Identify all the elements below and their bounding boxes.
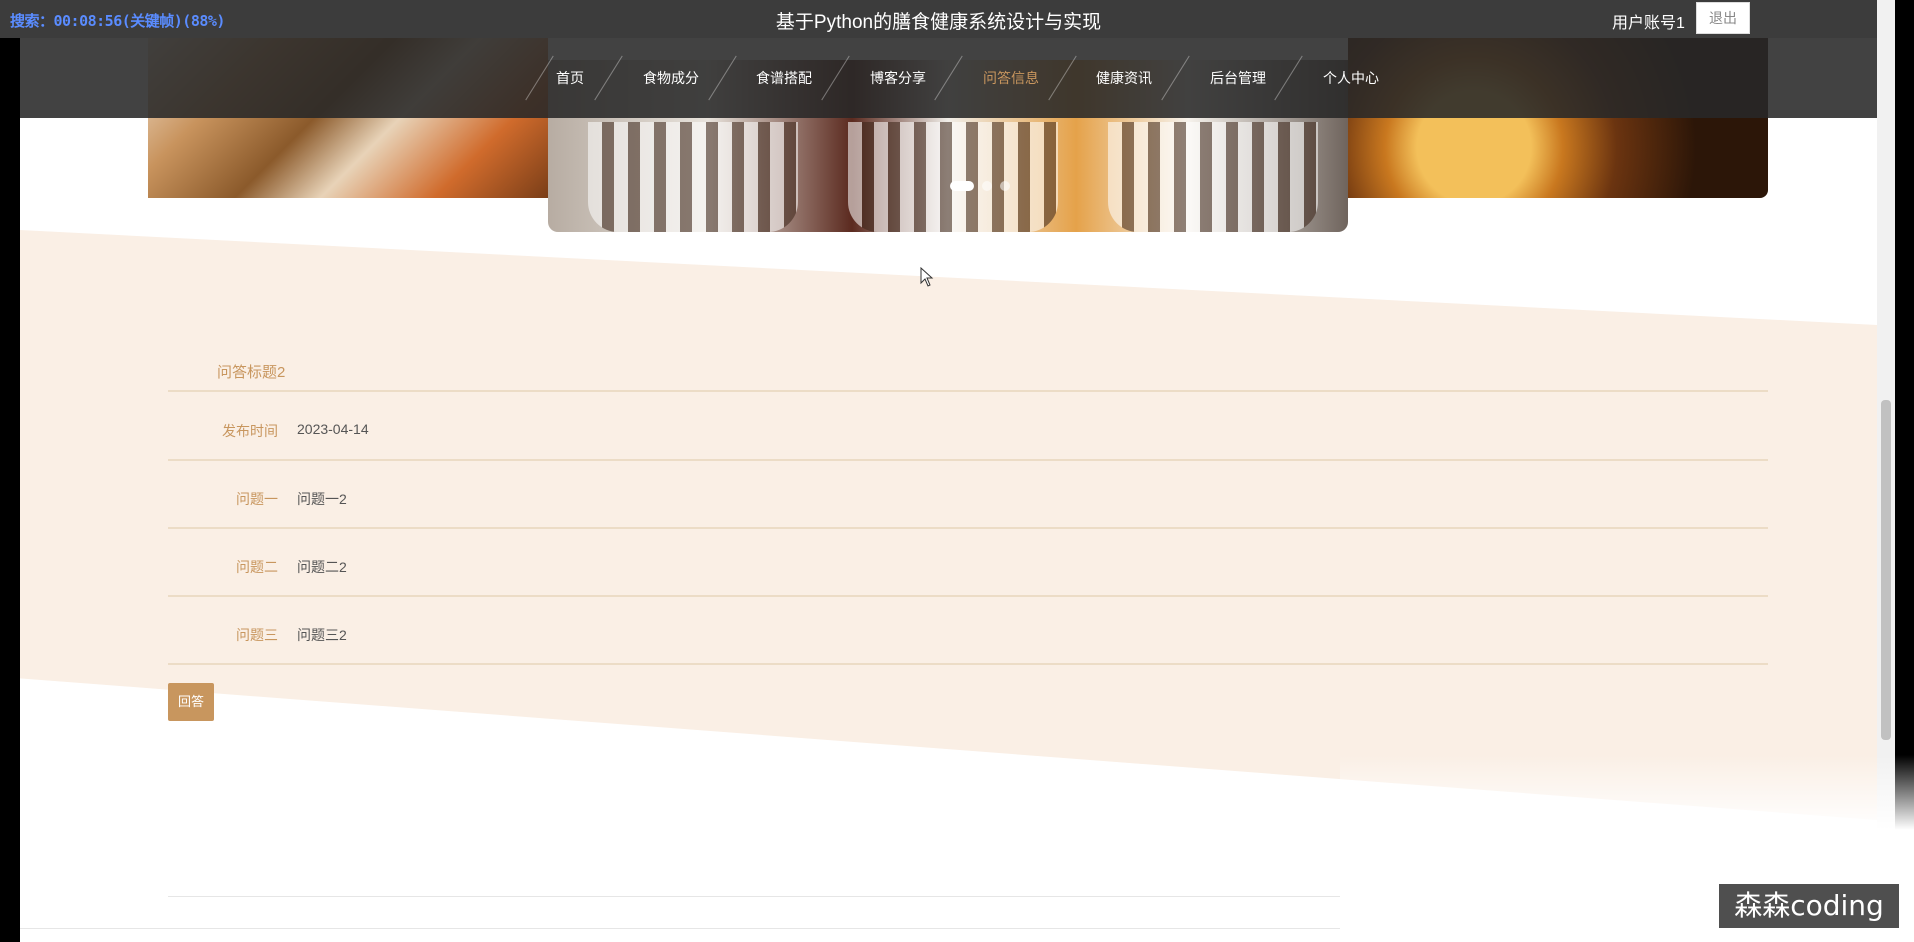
row-label-publish-time: 发布时间 [222,423,278,439]
nav-separator [708,55,737,101]
divider [168,390,1768,392]
content-background-band [20,230,1877,820]
answer-button[interactable]: 回答 [168,683,214,721]
carousel-dots [950,181,1010,191]
nav-item-blog[interactable]: 博客分享 [870,38,926,118]
nav-item-food-composition[interactable]: 食物成分 [643,38,699,118]
cup-shape [848,122,1058,232]
nav-separator [525,55,554,101]
nav-separator [1048,55,1077,101]
divider [168,527,1768,529]
row-value-question-3: 问题三2 [297,627,347,643]
cup-shape [1108,122,1318,232]
nav-separator [1274,55,1303,101]
scrollbar-thumb[interactable] [1881,400,1891,740]
carousel-dot-3[interactable] [1000,181,1010,191]
divider [168,459,1768,461]
nav-separator [1161,55,1190,101]
divider [168,663,1768,665]
nav-item-admin[interactable]: 后台管理 [1210,38,1266,118]
nav-item-profile[interactable]: 个人中心 [1323,38,1379,118]
nav-item-qa[interactable]: 问答信息 [983,38,1039,118]
top-bar: 搜索：00:08:56(关键帧)(88%) 基于Python的膳食健康系统设计与… [0,0,1877,38]
main-nav: 首页 食物成分 食谱搭配 博客分享 问答信息 健康资讯 后台管理 个人中心 [20,38,1877,118]
carousel-dot-2[interactable] [982,181,992,191]
nav-separator [594,55,623,101]
detail-title: 问答标题2 [217,364,286,381]
row-value-question-1: 问题一2 [297,491,347,507]
site-title: 基于Python的膳食健康系统设计与实现 [775,12,1102,33]
user-account[interactable]: 用户账号1 [1612,9,1685,33]
nav-item-recipes[interactable]: 食谱搭配 [756,38,812,118]
watermark: 森森coding [1719,884,1899,928]
divider [168,595,1768,597]
cup-shape [588,122,798,232]
nav-item-home[interactable]: 首页 [556,38,584,118]
row-label-question-2: 问题二 [236,559,278,575]
nav-separator [821,55,850,101]
nav-separator [934,55,963,101]
mouse-cursor-icon [920,267,934,287]
nav-item-health-news[interactable]: 健康资讯 [1096,38,1152,118]
row-label-question-1: 问题一 [236,491,278,507]
carousel-dot-1[interactable] [950,181,974,191]
logout-button[interactable]: 退出 [1696,2,1750,34]
row-value-publish-time: 2023-04-14 [297,421,369,437]
row-value-question-2: 问题二2 [297,559,347,575]
row-label-question-3: 问题三 [236,627,278,643]
